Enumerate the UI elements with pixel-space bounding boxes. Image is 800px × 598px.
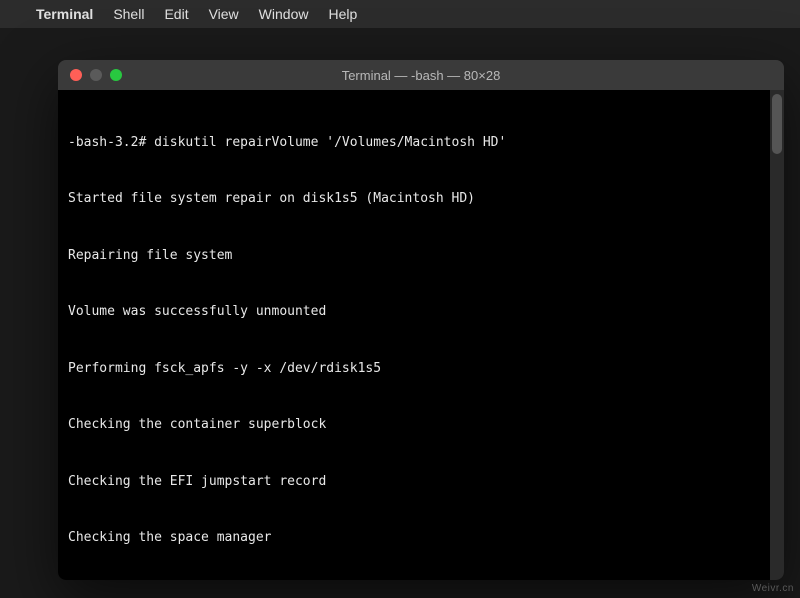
output-line: Repairing file system bbox=[68, 247, 774, 266]
scrollbar[interactable] bbox=[770, 90, 784, 580]
close-button[interactable] bbox=[70, 69, 82, 81]
scrollbar-thumb[interactable] bbox=[772, 94, 782, 154]
output-line: Performing fsck_apfs -y -x /dev/rdisk1s5 bbox=[68, 360, 774, 379]
terminal-content[interactable]: -bash-3.2# diskutil repairVolume '/Volum… bbox=[68, 96, 774, 580]
titlebar[interactable]: Terminal — -bash — 80×28 bbox=[58, 60, 784, 90]
output-line: Started file system repair on disk1s5 (M… bbox=[68, 190, 774, 209]
output-line: Checking the space manager bbox=[68, 529, 774, 548]
menu-edit[interactable]: Edit bbox=[164, 6, 188, 22]
minimize-button[interactable] bbox=[90, 69, 102, 81]
menu-shell[interactable]: Shell bbox=[113, 6, 144, 22]
prompt-line: -bash-3.2# diskutil repairVolume '/Volum… bbox=[68, 134, 774, 153]
command-text: diskutil repairVolume '/Volumes/Macintos… bbox=[154, 135, 506, 150]
output-line: Checking the container superblock bbox=[68, 416, 774, 435]
menu-app-name[interactable]: Terminal bbox=[36, 6, 93, 22]
watermark: Weivr.cn bbox=[752, 583, 794, 594]
menubar: Terminal Shell Edit View Window Help bbox=[0, 0, 800, 28]
output-line: Volume was successfully unmounted bbox=[68, 303, 774, 322]
menu-view[interactable]: View bbox=[209, 6, 239, 22]
terminal-window: Terminal — -bash — 80×28 -bash-3.2# disk… bbox=[58, 60, 784, 580]
window-title: Terminal — -bash — 80×28 bbox=[342, 68, 501, 83]
maximize-button[interactable] bbox=[110, 69, 122, 81]
traffic-lights bbox=[58, 69, 122, 81]
menu-window[interactable]: Window bbox=[259, 6, 309, 22]
prompt: -bash-3.2# bbox=[68, 135, 154, 150]
menu-help[interactable]: Help bbox=[328, 6, 357, 22]
terminal-body[interactable]: -bash-3.2# diskutil repairVolume '/Volum… bbox=[58, 90, 784, 580]
output-line: Checking the EFI jumpstart record bbox=[68, 473, 774, 492]
